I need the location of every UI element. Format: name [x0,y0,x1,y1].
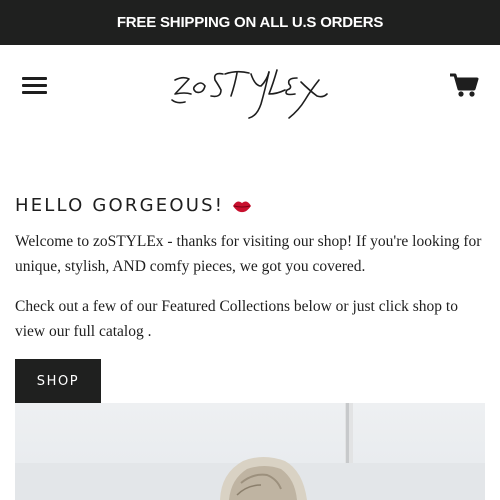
announcement-bar: FREE SHIPPING ON ALL U.S ORDERS [0,0,500,45]
announcement-text: FREE SHIPPING ON ALL U.S ORDERS [116,14,384,31]
hamburger-menu-icon[interactable] [22,76,48,96]
hero-image [15,403,485,500]
logo-script-mark [171,69,328,119]
shopping-cart-icon[interactable] [449,72,479,98]
kiss-lips-icon [232,198,252,214]
welcome-paragraph: Welcome to zoSTYLEx - thanks for visitin… [15,233,482,275]
shop-button[interactable]: SHOP [15,359,101,403]
featured-collections-paragraph: Check out a few of our Featured Collecti… [15,298,458,340]
hero-photo [15,403,485,500]
site-logo[interactable] [165,60,335,124]
intro-heading-text: HELLO GORGEOUS! [15,195,225,216]
intro-heading: HELLO GORGEOUS! [15,195,252,216]
